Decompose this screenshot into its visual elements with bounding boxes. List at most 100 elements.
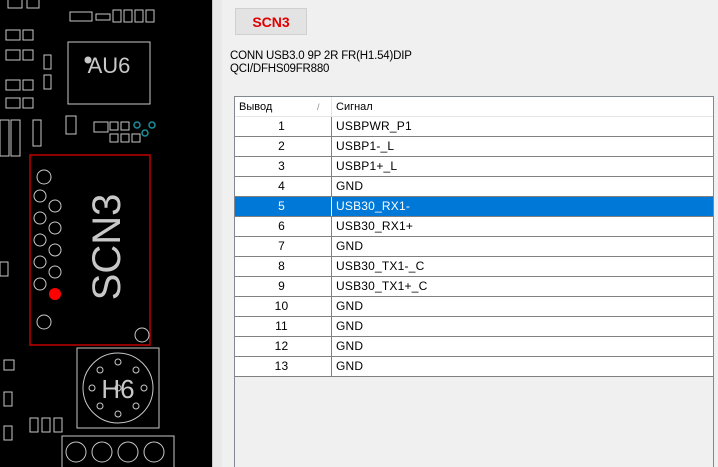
signal-name-cell: USBPWR_P1 bbox=[332, 117, 713, 136]
pcb-part bbox=[0, 262, 8, 276]
pcb-part bbox=[146, 10, 154, 22]
pcb-part bbox=[44, 55, 51, 69]
pin-number-cell: 1 bbox=[235, 117, 332, 136]
via bbox=[142, 130, 148, 136]
pcb-part bbox=[121, 122, 129, 130]
pin-number-cell: 13 bbox=[235, 357, 332, 376]
pcb-part bbox=[96, 14, 110, 20]
table-header: Вывод / Сигнал bbox=[235, 97, 713, 117]
scn3-mount-hole bbox=[37, 315, 51, 329]
signal-name-cell: USBP1+_L bbox=[332, 157, 713, 176]
table-row[interactable]: 5USB30_RX1- bbox=[235, 197, 713, 217]
signal-name-cell: GND bbox=[332, 357, 713, 376]
scn3-mount-hole bbox=[37, 170, 51, 184]
scn3-pin1-marker[interactable] bbox=[49, 288, 61, 300]
pin-number-cell: 12 bbox=[235, 337, 332, 356]
table-row[interactable]: 11GND bbox=[235, 317, 713, 337]
scn3-pin bbox=[34, 256, 46, 268]
connector-hole bbox=[118, 442, 138, 462]
component-info-panel: SCN3 CONN USB3.0 9P 2R FR(H1.54)DIP QCI/… bbox=[222, 0, 718, 467]
pin-number-cell: 7 bbox=[235, 237, 332, 256]
pcb-canvas[interactable]: AU6 SCN3 H6 bbox=[0, 0, 212, 467]
table-row[interactable]: 8USB30_TX1-_C bbox=[235, 257, 713, 277]
signal-name-cell: GND bbox=[332, 317, 713, 336]
table-row[interactable]: 9USB30_TX1+_C bbox=[235, 277, 713, 297]
pcb-part bbox=[135, 10, 143, 22]
pcb-board-view[interactable]: AU6 SCN3 H6 bbox=[0, 0, 212, 467]
via bbox=[149, 122, 155, 128]
h6-via bbox=[141, 385, 147, 391]
pin-number-cell: 3 bbox=[235, 157, 332, 176]
signal-name-cell: GND bbox=[332, 237, 713, 256]
pcb-part bbox=[11, 120, 20, 156]
pcb-part bbox=[113, 10, 121, 22]
signal-name-cell: USB30_RX1- bbox=[332, 197, 713, 216]
table-row[interactable]: 4GND bbox=[235, 177, 713, 197]
pcb-part bbox=[0, 120, 9, 156]
connector-hole bbox=[144, 442, 164, 462]
pcb-part bbox=[124, 10, 132, 22]
table-row[interactable]: 1USBPWR_P1 bbox=[235, 117, 713, 137]
connector-hole bbox=[66, 442, 86, 462]
pcb-part bbox=[110, 134, 118, 142]
pin-number-cell: 4 bbox=[235, 177, 332, 196]
pcb-part bbox=[4, 392, 12, 406]
component-description: CONN USB3.0 9P 2R FR(H1.54)DIP bbox=[230, 50, 412, 63]
h6-via bbox=[133, 367, 139, 373]
pcb-part bbox=[27, 0, 39, 8]
pcb-part bbox=[94, 122, 108, 132]
pin-signal-table[interactable]: Вывод / Сигнал 1USBPWR_P12USBP1-_L3USBP1… bbox=[234, 96, 714, 467]
table-row[interactable]: 12GND bbox=[235, 337, 713, 357]
table-body: 1USBPWR_P12USBP1-_L3USBP1+_L4GND5USB30_R… bbox=[235, 117, 713, 377]
splitter[interactable] bbox=[212, 0, 222, 467]
table-row[interactable]: 10GND bbox=[235, 297, 713, 317]
scn3-pin bbox=[49, 244, 61, 256]
pcb-part bbox=[110, 122, 118, 130]
scn3-pin bbox=[34, 278, 46, 290]
signal-name-cell: USBP1-_L bbox=[332, 137, 713, 156]
pcb-part bbox=[23, 30, 33, 40]
scn3-pin bbox=[49, 200, 61, 212]
scn3-silk-label: SCN3 bbox=[85, 194, 129, 301]
signal-name-cell: USB30_TX1+_C bbox=[332, 277, 713, 296]
scn3-pin bbox=[34, 212, 46, 224]
pcb-part bbox=[42, 418, 50, 432]
signal-name-cell: USB30_TX1-_C bbox=[332, 257, 713, 276]
table-row[interactable]: 2USBP1-_L bbox=[235, 137, 713, 157]
pcb-part bbox=[6, 50, 20, 60]
pcb-part bbox=[132, 134, 140, 142]
pcb-part bbox=[23, 80, 33, 90]
pin-number-cell: 5 bbox=[235, 197, 332, 216]
table-row[interactable]: 3USBP1+_L bbox=[235, 157, 713, 177]
h6-via bbox=[89, 385, 95, 391]
pcb-part bbox=[6, 80, 20, 90]
column-header-signal[interactable]: Сигнал bbox=[332, 97, 713, 116]
pcb-part bbox=[121, 134, 129, 142]
table-row[interactable]: 7GND bbox=[235, 237, 713, 257]
signal-name-cell: GND bbox=[332, 297, 713, 316]
pcb-part bbox=[6, 98, 20, 108]
signal-name-cell: GND bbox=[332, 337, 713, 356]
au6-label: AU6 bbox=[88, 53, 131, 78]
pcb-part bbox=[4, 360, 14, 370]
sort-indicator-icon: / bbox=[317, 97, 320, 117]
pcb-part bbox=[4, 426, 12, 440]
via bbox=[134, 122, 140, 128]
table-row[interactable]: 6USB30_RX1+ bbox=[235, 217, 713, 237]
pin-number-cell: 2 bbox=[235, 137, 332, 156]
pcb-part bbox=[44, 75, 51, 89]
pcb-part bbox=[23, 98, 33, 108]
column-header-pin-label: Вывод bbox=[239, 101, 272, 113]
signal-name-cell: USB30_RX1+ bbox=[332, 217, 713, 236]
h6-label: H6 bbox=[101, 374, 134, 404]
component-part-number: QCI/DFHS09FR880 bbox=[230, 63, 329, 76]
connector-hole bbox=[92, 442, 112, 462]
pin-number-cell: 11 bbox=[235, 317, 332, 336]
h6-via bbox=[115, 411, 121, 417]
pcb-part bbox=[70, 12, 92, 21]
h6-via bbox=[97, 367, 103, 373]
column-header-pin[interactable]: Вывод / bbox=[235, 97, 332, 116]
pcb-part bbox=[30, 418, 38, 432]
pcb-part bbox=[8, 0, 22, 8]
table-row[interactable]: 13GND bbox=[235, 357, 713, 377]
